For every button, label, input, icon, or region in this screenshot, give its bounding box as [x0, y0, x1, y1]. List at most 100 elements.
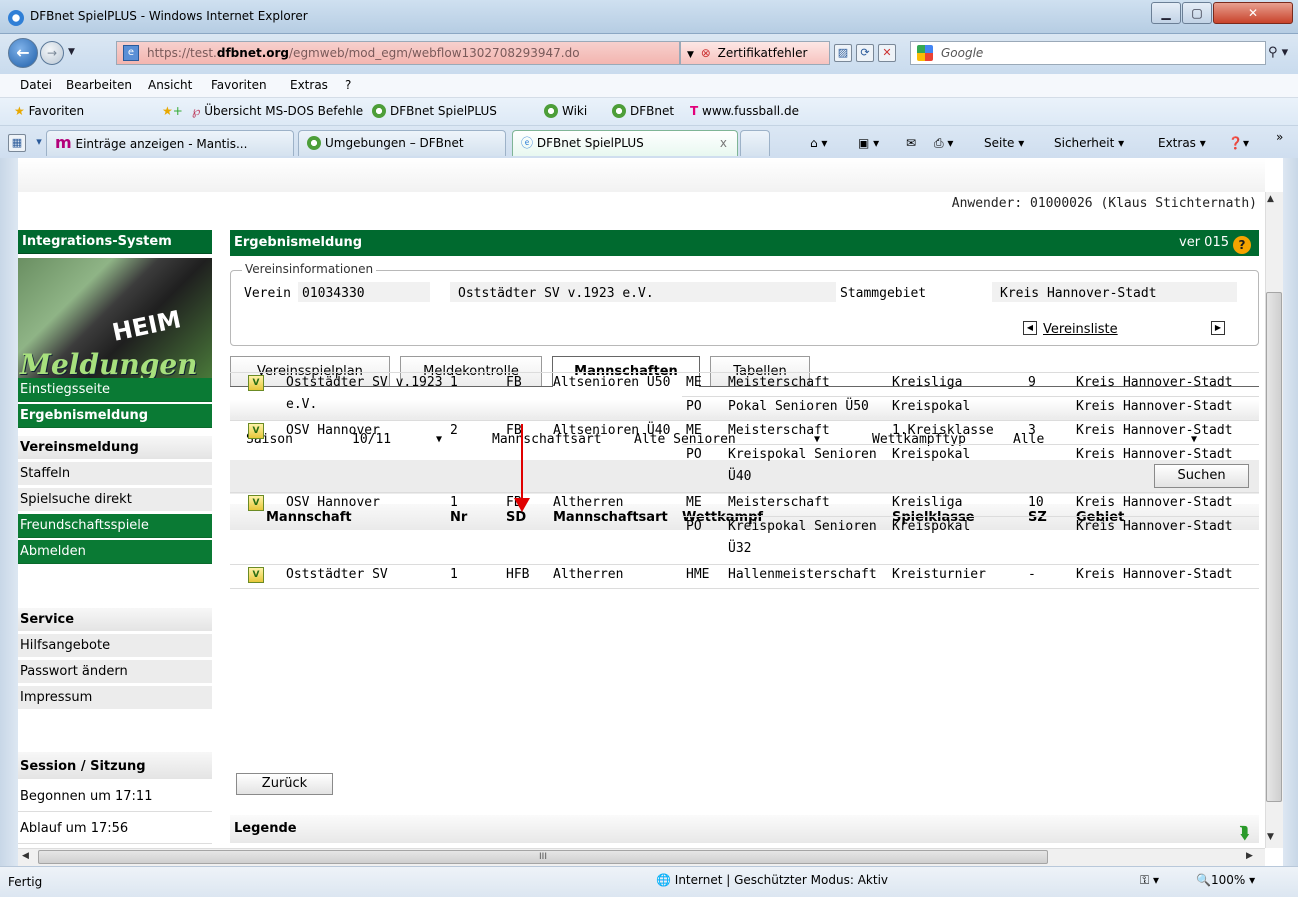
team-name[interactable]: OSV Hannover	[286, 420, 380, 442]
spielklasse: Kreispokal	[892, 519, 971, 534]
scroll-up-icon[interactable]: ▲	[1267, 194, 1274, 204]
feeds-icon[interactable]: ▣ ▾	[858, 136, 879, 150]
wettkampf-name: Meisterschaft	[728, 423, 830, 438]
wettkampf-code: PO	[686, 519, 702, 534]
next-verein-icon[interactable]: ▶	[1211, 321, 1225, 335]
sidebar-item-freundschaftsspiele[interactable]: Freundschaftsspiele	[18, 514, 212, 538]
sidebar-item-passwort[interactable]: Passwort ändern	[18, 660, 212, 684]
forward-button[interactable]: →	[40, 41, 64, 65]
menu-sicherheit[interactable]: Sicherheit ▾	[1054, 136, 1124, 150]
browser-tab-bar: ▦ ▾ m Einträge anzeigen - Mantis... Umge…	[0, 126, 1298, 158]
team-art: Altsenioren Ü50	[553, 375, 671, 390]
address-bar[interactable]: e https://test.dfbnet.org/egmweb/mod_egm…	[116, 41, 680, 65]
banner-meldungen: Meldungen	[20, 348, 198, 380]
scroll-left-icon[interactable]: ◀	[22, 851, 29, 861]
refresh-icon[interactable]: ⟳	[856, 44, 874, 62]
search-icon[interactable]: ⚲ ▾	[1268, 45, 1288, 60]
vereinsliste-link[interactable]: Vereinsliste	[1043, 322, 1118, 337]
menu-datei[interactable]: Datei	[20, 78, 52, 92]
close-button[interactable]: ✕	[1213, 2, 1293, 24]
sidebar-item-staffeln[interactable]: Staffeln	[18, 462, 212, 486]
zone-indicator[interactable]: 🌐 Internet | Geschützter Modus: Aktiv	[656, 873, 888, 887]
sidebar-item-einstiegsseite[interactable]: Einstiegsseite	[18, 378, 212, 402]
menu-extras[interactable]: Extras	[290, 78, 328, 92]
zoom-value: 100%	[1210, 873, 1246, 887]
sidebar-item-abmelden[interactable]: Abmelden	[18, 540, 212, 564]
favorites-button[interactable]: ★ Favoriten	[14, 104, 84, 118]
sidebar-item-impressum[interactable]: Impressum	[18, 686, 212, 710]
version-text: ver 015	[1179, 235, 1229, 250]
compatibility-icon[interactable]: ▨	[834, 44, 852, 62]
fav-link-fussball[interactable]: T www.fussball.de	[690, 104, 799, 118]
sidebar-item-ergebnismeldung[interactable]: Ergebnismeldung	[18, 404, 212, 428]
fav-link-wiki[interactable]: Wiki	[544, 104, 587, 118]
team-sd: FB	[506, 423, 522, 438]
window-title: DFBnet SpielPLUS - Windows Internet Expl…	[30, 9, 308, 23]
home-icon[interactable]: ⌂ ▾	[810, 136, 827, 150]
new-tab-button[interactable]	[740, 130, 770, 156]
wettkampf-code: PO	[686, 399, 702, 414]
stop-icon[interactable]: ✕	[878, 44, 896, 62]
menu-ansicht[interactable]: Ansicht	[148, 78, 192, 92]
vertical-scroll-thumb[interactable]	[1266, 292, 1282, 802]
back-button[interactable]: ←	[8, 38, 38, 68]
team-report-icon[interactable]: V	[248, 495, 264, 511]
url-path: /egmweb/mod_egm/webflow1302708293947.do	[289, 46, 580, 60]
quick-tabs-icon[interactable]: ▦	[8, 134, 26, 152]
certificate-error-button[interactable]: ▼ ⊗ Zertifikatfehler	[680, 41, 830, 65]
browser-tab-umgebungen[interactable]: Umgebungen – DFBnet	[298, 130, 506, 156]
help-icon[interactable]: ?	[1233, 236, 1251, 254]
menu-bar: Datei Bearbeiten Ansicht Favoriten Extra…	[0, 74, 1298, 98]
close-tab-icon[interactable]: x	[720, 131, 727, 155]
scroll-right-icon[interactable]: ▶	[1246, 851, 1253, 861]
menu-extras-cmd[interactable]: Extras ▾	[1158, 136, 1206, 150]
horizontal-scroll-thumb[interactable]: III	[38, 850, 1048, 864]
team-art: Altherren	[553, 567, 624, 582]
expand-icon[interactable]: ⮯	[1239, 819, 1249, 847]
maximize-button[interactable]: ▢	[1182, 2, 1212, 24]
previous-verein-icon[interactable]: ◀	[1023, 321, 1037, 335]
mail-icon[interactable]: ✉	[906, 136, 916, 150]
zone-text: Internet | Geschützter Modus: Aktiv	[674, 873, 889, 887]
stammgebiet-value: Kreis Hannover-Stadt	[1000, 286, 1157, 301]
fav-link-spielplus[interactable]: DFBnet SpielPLUS	[372, 104, 497, 118]
legend-section[interactable]: Legende ⮯	[230, 815, 1259, 843]
url-prefix: https://test.	[147, 46, 217, 60]
back-button-page[interactable]: Zurück	[236, 773, 333, 795]
history-dropdown-icon[interactable]: ▼	[68, 47, 75, 57]
fav-link-dfbnet[interactable]: DFBnet	[612, 104, 674, 118]
team-name[interactable]: OSV Hannover	[286, 492, 380, 514]
sidebar-item-hilfsangebote[interactable]: Hilfsangebote	[18, 634, 212, 658]
zoom-control[interactable]: 🔍100% ▾	[1196, 873, 1255, 887]
team-nr: 1	[450, 495, 458, 510]
team-report-icon[interactable]: V	[248, 423, 264, 439]
chevron-more-icon[interactable]: »	[1276, 130, 1283, 144]
gebiet: Kreis Hannover-Stadt	[1076, 447, 1233, 462]
fav-link-msdos[interactable]: ℘ Übersicht MS-DOS Befehle	[192, 104, 363, 118]
wettkampf-name: Meisterschaft	[728, 375, 830, 390]
stammgebiet-label: Stammgebiet	[840, 286, 927, 301]
add-favorite-icon[interactable]: ★+	[162, 104, 183, 118]
team-report-icon[interactable]: V	[248, 567, 264, 583]
print-icon[interactable]: ⎙ ▾	[934, 136, 953, 151]
sidebar-item-vereinsmeldung[interactable]: Vereinsmeldung	[18, 436, 212, 460]
menu-favoriten[interactable]: Favoriten	[211, 78, 267, 92]
browser-tab-spielplus[interactable]: ⓔ DFBnet SpielPLUS x	[512, 130, 738, 156]
team-name[interactable]: Oststädter SV v.1923	[286, 372, 443, 394]
menu-bearbeiten[interactable]: Bearbeiten	[66, 78, 132, 92]
search-button[interactable]: Suchen	[1154, 464, 1249, 488]
search-input[interactable]: Google	[910, 41, 1266, 65]
team-report-icon[interactable]: V	[248, 375, 264, 391]
team-name[interactable]: Oststädter SV	[286, 564, 388, 586]
team-art: Altsenioren Ü40	[553, 423, 671, 438]
security-icon[interactable]: ⚿ ▾	[1140, 873, 1159, 888]
help-icon[interactable]: ❓▾	[1228, 136, 1249, 150]
scroll-down-icon[interactable]: ▼	[1267, 832, 1274, 842]
sidebar-item-spielsuche[interactable]: Spielsuche direkt	[18, 488, 212, 512]
team-name[interactable]: e.V.	[286, 394, 317, 416]
dfbnet-icon	[544, 104, 558, 118]
minimize-button[interactable]: ▁	[1151, 2, 1181, 24]
menu-seite[interactable]: Seite ▾	[984, 136, 1024, 150]
browser-tab-mantis[interactable]: m Einträge anzeigen - Mantis...	[46, 130, 294, 156]
menu-help[interactable]: ?	[345, 78, 351, 92]
